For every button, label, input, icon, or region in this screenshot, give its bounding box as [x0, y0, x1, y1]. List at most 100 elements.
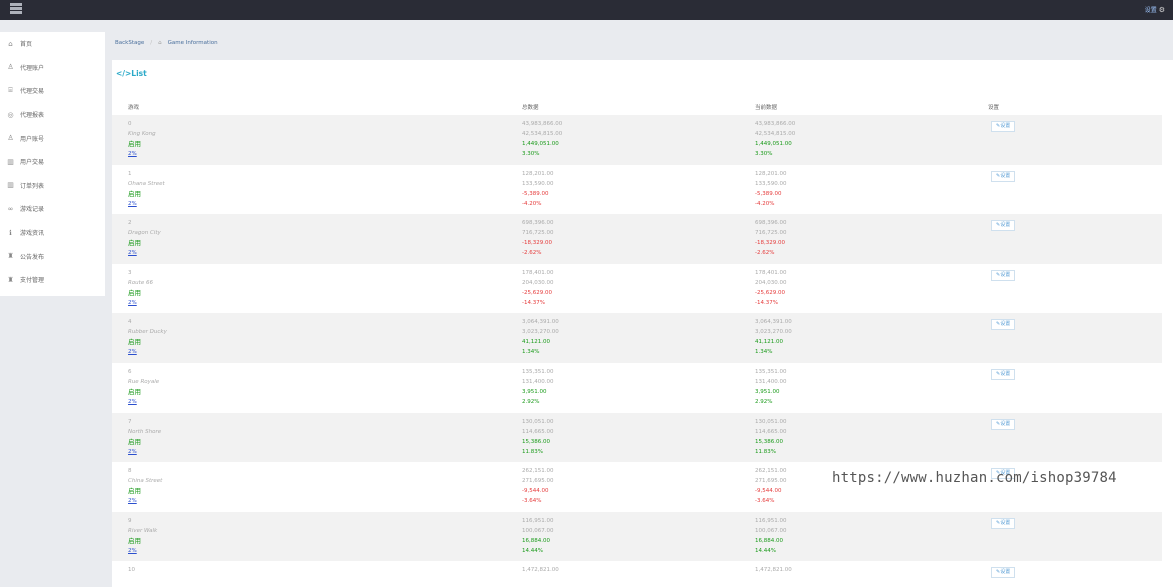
settings-button[interactable]: ✎设置	[991, 418, 1016, 430]
settings-button[interactable]: ✎设置	[991, 121, 1016, 132]
sidebar-item[interactable]: ▥ 用户交易	[0, 150, 105, 174]
bet-amount: 1,472,821.00	[755, 567, 792, 574]
sidebar-item[interactable]: ♜ 公告发布	[0, 244, 105, 268]
sidebar-item-label: 订单列表	[20, 182, 45, 190]
settings-button[interactable]: ✎设置	[991, 319, 1016, 331]
settings-cell: ✎设置	[991, 218, 1016, 232]
profit-rate: -14.37%	[755, 299, 778, 306]
sidebar-item[interactable]: ▥ 订单列表	[0, 174, 105, 198]
rate-link[interactable]: 2%	[128, 149, 156, 159]
menu-logo-icon[interactable]	[10, 3, 22, 14]
game-cell: 8 China Street 启用 2%	[128, 466, 162, 506]
table-row: 7 North Shore 启用 2% 130,051.00 114,665.00 15,3…	[112, 412, 1162, 463]
sidebar-item[interactable]: ♙ 用户账号	[0, 126, 105, 150]
bet-amount: 262,151.00	[755, 468, 787, 475]
game-index: 6	[128, 369, 132, 375]
bet-amount: 130,051.00	[755, 418, 787, 425]
bet-amount: 3,064,391.00	[755, 319, 792, 326]
breadcrumb-root[interactable]: BackStage	[115, 40, 144, 46]
game-status: 启用	[128, 338, 141, 347]
game-index: 10	[128, 567, 135, 574]
settings-cell: ✎设置	[991, 417, 1016, 430]
profit-rate: 1.34%	[522, 349, 540, 356]
total-data-cell: 3,064,391.00 3,023,270.00 41,121.00 1.34%	[522, 317, 559, 357]
profit-amount: -5,389.00	[522, 190, 549, 197]
game-cell: 6 Rue Royale 启用 2%	[128, 367, 159, 407]
payout-amount: 204,030.00	[522, 279, 554, 286]
total-data-cell: 43,983,866.00 42,534,815.00 1,449,051.00 3.…	[522, 119, 562, 159]
rate-link[interactable]: 2%	[128, 347, 167, 357]
gamepad-icon: ∞	[7, 204, 14, 213]
current-data-cell: 698,396.00 716,725.00 -18,329.00 -2.62%	[755, 218, 787, 258]
settings-button[interactable]: ✎设置	[991, 269, 1016, 281]
profit-rate: 2.92%	[522, 399, 540, 405]
game-name: China Street	[128, 478, 163, 485]
rate-link[interactable]: 2%	[128, 199, 165, 209]
columns-icon: ▥	[7, 157, 14, 166]
rate-link[interactable]: 2%	[128, 397, 159, 407]
lifebuoy-icon: ◎	[7, 110, 14, 119]
profit-rate: -2.62%	[522, 250, 542, 257]
settings-button-label: 设置	[1000, 222, 1011, 229]
rate-link[interactable]: 2%	[128, 248, 161, 258]
bet-amount: 1,472,821.00	[522, 567, 559, 574]
profit-amount: -25,629.00	[755, 289, 785, 296]
sidebar-item[interactable]: ♙ 代理账户	[0, 56, 105, 80]
profit-amount: 16,884.00	[522, 537, 550, 544]
sidebar-item[interactable]: ℹ 游戏资讯	[0, 221, 105, 245]
rate-link[interactable]: 2%	[128, 546, 157, 556]
game-status: 启用	[128, 437, 141, 446]
current-data-cell: 135,351.00 131,400.00 3,951.00 2.92%	[755, 367, 787, 407]
game-name: Rue Royale	[128, 379, 160, 385]
payout-amount: 42,534,815.00	[755, 131, 796, 137]
profit-rate: 3.30%	[522, 151, 540, 157]
bell-icon: ♜	[7, 252, 14, 261]
bet-amount: 43,983,866.00	[755, 121, 796, 127]
sidebar-item[interactable]: ⌸ 代理交易	[0, 79, 105, 103]
profit-amount: -18,329.00	[755, 240, 785, 247]
sidebar-item-label: 用户账号	[20, 135, 45, 143]
settings-button[interactable]: ✎设置	[991, 220, 1016, 232]
profit-amount: -9,544.00	[522, 488, 549, 495]
rate-link[interactable]: 2%	[128, 496, 162, 506]
settings-button[interactable]: ✎设置	[991, 567, 1016, 579]
sidebar-item[interactable]: ⌂ 首页	[0, 32, 105, 56]
game-name: River Walk	[128, 527, 158, 534]
bell-icon: ♜	[7, 275, 14, 284]
game-index: 3	[128, 269, 132, 276]
payout-amount: 204,030.00	[755, 279, 787, 286]
current-data-cell: 128,201.00 133,590.00 -5,389.00 -4.20%	[755, 169, 787, 209]
sidebar-item[interactable]: ♜ 支付管理	[0, 268, 105, 292]
settings-button[interactable]: ✎设置	[991, 170, 1016, 182]
table-header: 游戏 总数据 当前数据 设置	[112, 101, 1173, 113]
sidebar-item[interactable]: ◎ 代理报表	[0, 103, 105, 127]
profit-rate: -2.62%	[755, 250, 775, 257]
sidebar-item-label: 公告发布	[20, 253, 45, 261]
settings-button[interactable]: ✎设置	[991, 369, 1016, 380]
current-data-cell: 43,983,866.00 42,534,815.00 1,449,051.00 3.…	[755, 119, 795, 159]
profit-rate: 11.83%	[522, 448, 543, 455]
payout-amount: 114,665.00	[755, 428, 787, 435]
settings-link[interactable]: 设置 ⚙	[1145, 5, 1165, 15]
rate-link[interactable]: 2%	[128, 447, 161, 457]
profit-rate: 2.92%	[755, 399, 773, 405]
info-icon: ℹ	[9, 228, 12, 237]
rate-link[interactable]: 2%	[128, 298, 153, 308]
payout-amount: 3,023,270.00	[522, 329, 559, 336]
bet-amount: 128,201.00	[522, 170, 554, 177]
settings-button-label: 设置	[1000, 123, 1011, 129]
total-data-cell: 128,201.00 133,590.00 -5,389.00 -4.20%	[522, 169, 554, 209]
profit-rate: 14.44%	[755, 547, 776, 554]
bet-amount: 3,064,391.00	[522, 319, 559, 326]
profit-amount: 16,884.00	[755, 537, 783, 544]
table-row: 1 Ohana Street 启用 2% 128,201.00 133,590.00 -5,…	[112, 165, 1162, 215]
watermark-text: https://www.huzhan.com/ishop39784	[832, 470, 1117, 486]
profit-rate: 14.44%	[522, 547, 543, 554]
sidebar-item-label: 代理报表	[20, 112, 45, 120]
payout-amount: 133,590.00	[522, 180, 554, 187]
settings-cell: ✎设置	[991, 565, 1016, 579]
settings-button[interactable]: ✎设置	[991, 517, 1016, 529]
sidebar-item[interactable]: ∞ 游戏记录	[0, 197, 105, 221]
bet-amount: 128,201.00	[755, 170, 787, 177]
bet-amount: 43,983,866.00	[522, 121, 563, 127]
